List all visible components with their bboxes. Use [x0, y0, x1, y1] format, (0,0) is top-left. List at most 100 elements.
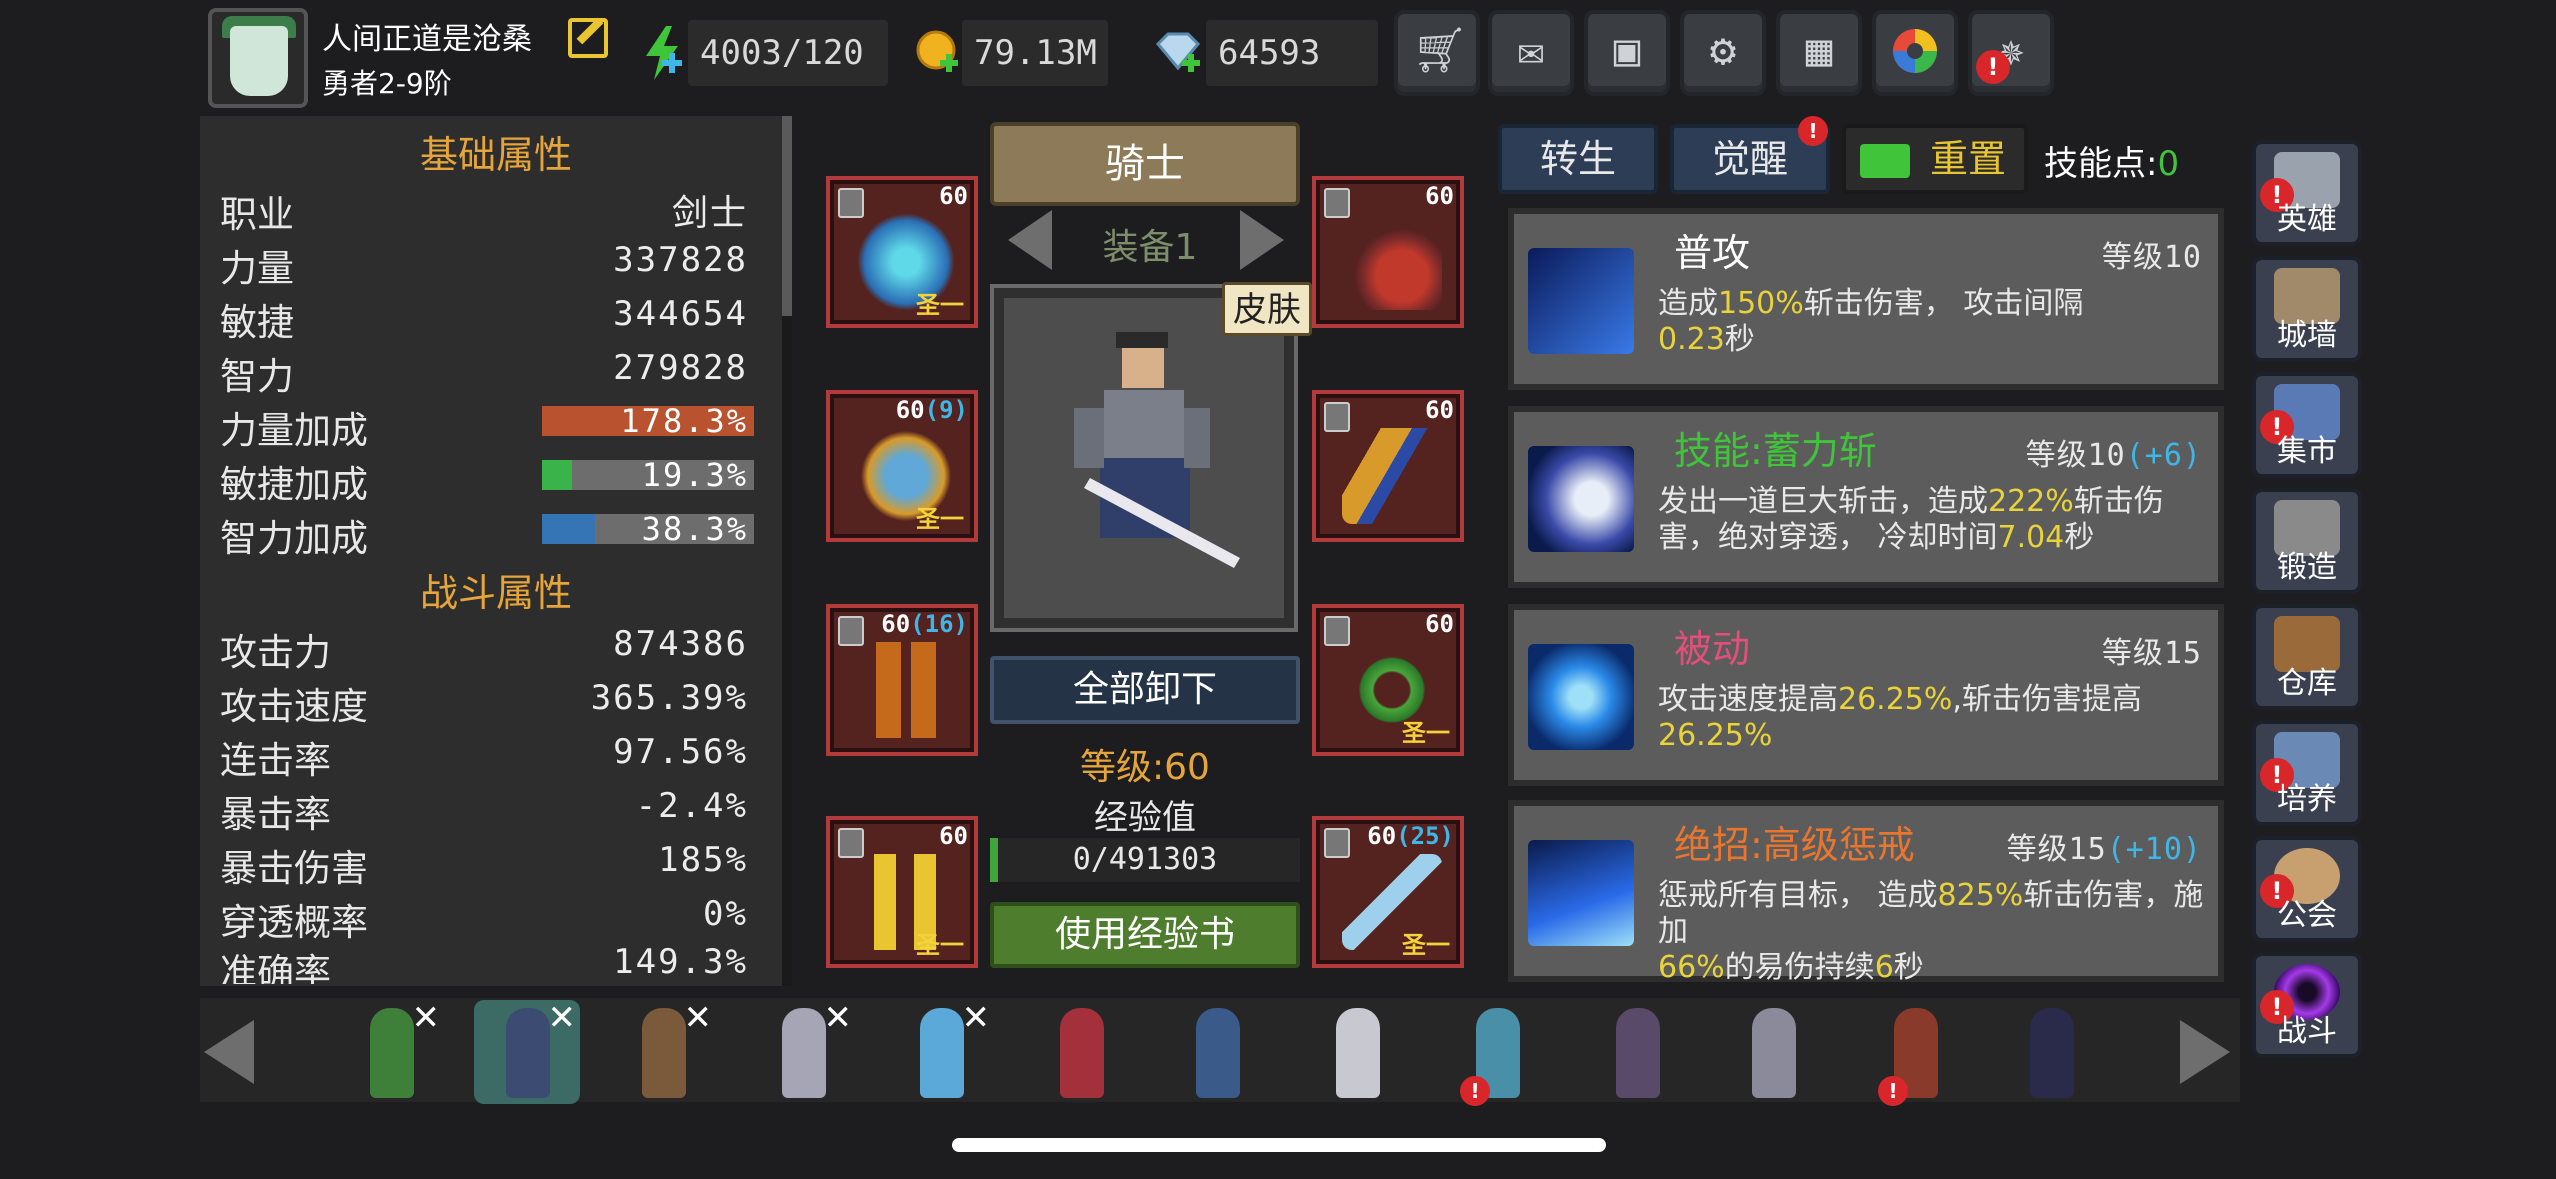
skill-description: 惩戒所有目标， 造成825%斩击伤害，施加 66%的易伤持续6秒 — [1658, 878, 2204, 985]
skill-card-charged-slash[interactable]: 技能:蓄力斩 等级10(+6) 发出一道巨大斩击，造成222%斩击伤害，绝对穿透… — [1508, 406, 2224, 588]
gift-button[interactable]: ▦ — [1776, 10, 1862, 96]
hero-thumbnail[interactable]: ✕ — [752, 998, 856, 1104]
color-wheel-button[interactable] — [1872, 10, 1958, 96]
reset-button[interactable]: 重置 — [1842, 124, 2028, 194]
skill-card-ultimate[interactable]: 绝招:高级惩戒 等级15(+10) 惩戒所有目标， 造成825%斩击伤害，施加 6… — [1508, 800, 2224, 985]
lock-icon — [838, 616, 864, 646]
skill-description: 发出一道巨大斩击，造成222%斩击伤害，绝对穿透， 冷却时间7.04秒 — [1658, 484, 2164, 555]
unequip-all-button[interactable]: 全部卸下 — [990, 656, 1300, 724]
stat-value-crit-rate: -2.4% — [635, 786, 748, 826]
agility-bonus-bar: 19.3% — [542, 456, 754, 494]
exp-bar: 0/491303 — [990, 838, 1300, 882]
combat-attributes-title: 战斗属性 — [419, 571, 572, 615]
close-icon[interactable]: ✕ — [548, 998, 577, 1038]
skill-card-basic-attack[interactable]: 普攻 等级10 造成150%斩击伤害， 攻击间隔 0.23秒 — [1508, 208, 2224, 390]
shop-button[interactable]: 🛒︎ — [1394, 10, 1480, 96]
prev-set-arrow[interactable] — [1008, 210, 1052, 270]
hero-thumbnail[interactable] — [1586, 1000, 1690, 1104]
hero-thumbnail[interactable]: ! — [1446, 1000, 1550, 1106]
nav-wall[interactable]: 城墙 — [2252, 256, 2362, 362]
equip-slot-armor[interactable]: 60(9) 圣一 — [826, 390, 978, 542]
stat-value-agility: 344654 — [613, 294, 748, 334]
stat-value-class: 剑士 — [671, 193, 748, 234]
close-icon[interactable]: ✕ — [412, 998, 441, 1038]
mail-icon: ✉︎ — [1517, 25, 1545, 76]
gamepad-button[interactable]: ▣ — [1584, 10, 1670, 96]
hero-thumbnail[interactable] — [1306, 1000, 1410, 1104]
skill-card-passive[interactable]: 被动 等级15 攻击速度提高26.25%,斩击伤害提高 26.25% — [1508, 604, 2224, 786]
skin-button[interactable]: 皮肤 — [1222, 282, 1312, 336]
reset-label: 重置 — [1929, 137, 2006, 181]
close-icon[interactable]: ✕ — [962, 998, 991, 1038]
equip-slot-ring[interactable]: 60 圣一 — [1312, 604, 1464, 756]
equip-slot-helmet[interactable]: 60 圣一 — [826, 176, 978, 328]
nav-market[interactable]: ! 集市 — [2252, 372, 2362, 478]
fireworks-button[interactable]: ✵ — [1968, 10, 2054, 96]
nav-battle[interactable]: ! 战斗 — [2252, 952, 2362, 1058]
equip-slot-boots[interactable]: 60 圣一 — [826, 816, 978, 968]
hero-sprite — [1616, 1008, 1660, 1098]
punish-skill-icon — [1528, 840, 1634, 946]
home-indicator[interactable] — [952, 1138, 1606, 1152]
fireworks-alert-badge: ! — [1976, 50, 2010, 84]
equip-slot-greaves[interactable]: 60(16) — [826, 604, 978, 756]
intelligence-bonus-bar: 38.3% — [542, 510, 754, 548]
stat-value-crit-damage: 185% — [658, 840, 748, 880]
hero-alert-badge: ! — [1460, 1076, 1490, 1106]
equip-slot-bracers[interactable]: 60 — [1312, 390, 1464, 542]
next-heroes-arrow[interactable] — [2180, 1020, 2230, 1084]
slash-skill-icon — [1528, 248, 1634, 354]
hero-thumbnail[interactable] — [1722, 1000, 1826, 1104]
hero-thumbnail[interactable]: ✕ — [476, 998, 580, 1104]
edit-name-icon[interactable] — [568, 18, 608, 58]
stat-label-combo-rate: 连击率 — [220, 739, 331, 782]
nav-heroes[interactable]: ! 英雄 — [2252, 140, 2362, 246]
settings-button[interactable]: ⚙︎ — [1680, 10, 1766, 96]
lock-icon — [838, 828, 864, 858]
player-avatar[interactable] — [208, 8, 308, 108]
stat-label-strength-bonus: 力量加成 — [220, 409, 368, 452]
nav-forge[interactable]: 锻造 — [2252, 488, 2362, 594]
exp-label: 经验值 — [1094, 798, 1196, 838]
nav-training[interactable]: ! 培养 — [2252, 720, 2362, 826]
player-name: 人间正道是沧桑 — [322, 22, 532, 57]
hero-thumbnail[interactable] — [2000, 1000, 2104, 1104]
hero-thumbnail[interactable]: ! — [1864, 1000, 1968, 1106]
crescent-skill-icon — [1528, 446, 1634, 552]
color-wheel-icon — [1890, 26, 1940, 76]
hero-thumbnail[interactable]: ✕ — [340, 998, 444, 1104]
hero-sprite — [1752, 1008, 1796, 1098]
gems-value: 64593 — [1206, 20, 1378, 86]
nav-warehouse[interactable]: 仓库 — [2252, 604, 2362, 710]
next-set-arrow[interactable] — [1240, 210, 1284, 270]
hero-thumbnail[interactable]: ✕ — [612, 998, 716, 1104]
hero-portrait — [990, 284, 1298, 632]
hero-alert-badge: ! — [1878, 1076, 1908, 1106]
hero-thumbnail[interactable] — [1166, 1000, 1270, 1104]
equip-slot-amulet[interactable]: 60 — [1312, 176, 1464, 328]
stat-value-accuracy: 149.3% — [613, 942, 748, 982]
mail-button[interactable]: ✉︎ — [1488, 10, 1574, 96]
tab-rebirth[interactable]: 转生 — [1498, 124, 1658, 194]
close-icon[interactable]: ✕ — [684, 998, 713, 1038]
hero-thumbnail[interactable] — [1030, 1000, 1134, 1104]
gem-icon — [1152, 26, 1201, 80]
stat-label-crit-damage: 暴击伤害 — [220, 847, 368, 890]
player-rank: 勇者2-9阶 — [322, 67, 452, 100]
video-icon — [1860, 144, 1910, 178]
stat-label-attack-speed: 攻击速度 — [220, 685, 368, 728]
nav-guild[interactable]: ! 公会 — [2252, 836, 2362, 942]
lock-icon — [1324, 188, 1350, 218]
hero-sprite — [1060, 1008, 1104, 1098]
stat-value-strength: 337828 — [613, 240, 748, 280]
use-exp-book-button[interactable]: 使用经验书 — [990, 902, 1300, 968]
prev-heroes-arrow[interactable] — [204, 1020, 254, 1084]
hero-sprite — [1336, 1008, 1380, 1098]
hero-thumbnail[interactable]: ✕ — [890, 998, 994, 1104]
equip-slot-weapon[interactable]: 60(25) 圣一 — [1312, 816, 1464, 968]
stat-value-penetration: 0% — [703, 894, 748, 934]
skill-points: 技能点:0 — [2044, 144, 2180, 184]
hero-sprite — [1196, 1008, 1240, 1098]
gear-icon: ⚙︎ — [1709, 25, 1737, 76]
close-icon[interactable]: ✕ — [824, 998, 853, 1038]
